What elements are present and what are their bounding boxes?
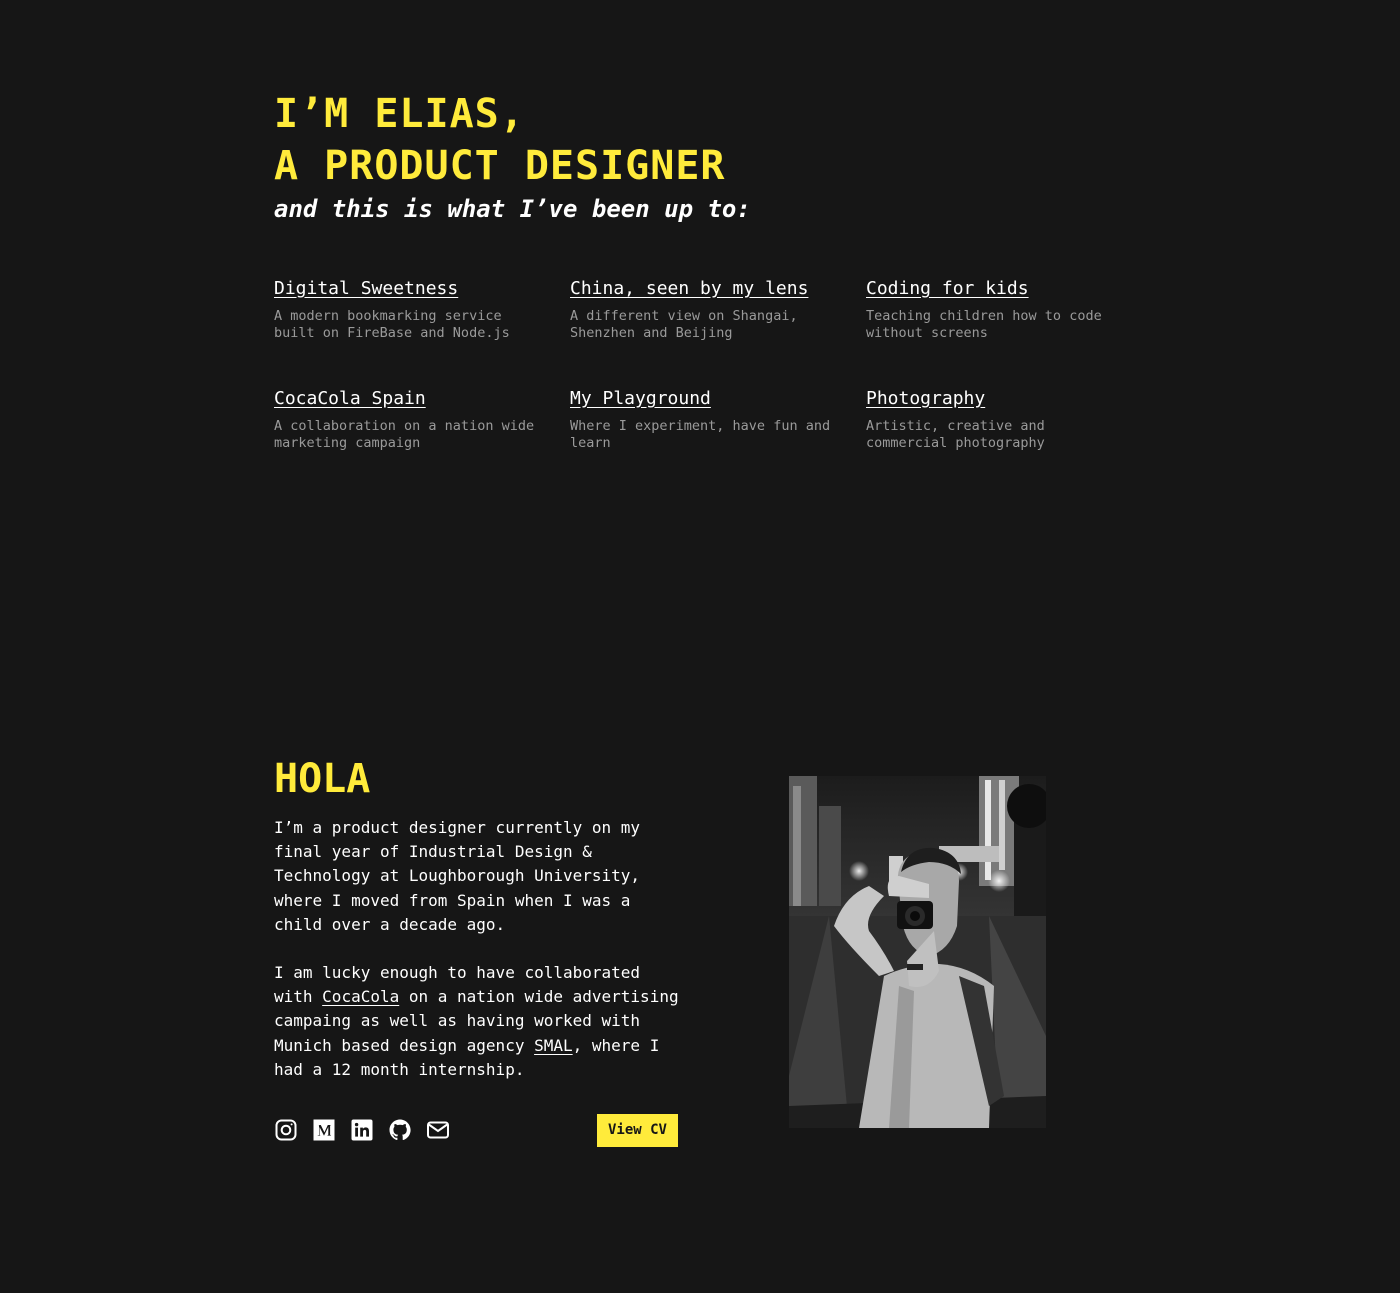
social-links (274, 1118, 450, 1142)
project-card: Digital Sweetness A modern bookmarking s… (274, 278, 570, 342)
about-title: HOLA (274, 756, 371, 802)
project-description: A different view on Shangai, Shenzhen an… (570, 308, 798, 341)
linkedin-icon[interactable] (350, 1118, 374, 1142)
portrait-photo (789, 776, 1046, 1128)
project-link-photography[interactable]: Photography (866, 388, 985, 410)
project-card: CocaCola Spain A collaboration on a nati… (274, 388, 570, 452)
github-icon[interactable] (388, 1118, 412, 1142)
hero-subtitle: and this is what I’ve been up to: (274, 195, 751, 223)
cocacola-link[interactable]: CocaCola (322, 987, 399, 1006)
project-card: My Playground Where I experiment, have f… (570, 388, 866, 452)
projects-grid: Digital Sweetness A modern bookmarking s… (274, 278, 1174, 452)
project-link-coding-for-kids[interactable]: Coding for kids (866, 278, 1029, 300)
project-card: Photography Artistic, creative and comme… (866, 388, 1162, 452)
project-description: Teaching children how to code without sc… (866, 308, 1102, 341)
hero-section: I’M ELIAS, A PRODUCT DESIGNER and this i… (274, 88, 1134, 224)
project-link-my-playground[interactable]: My Playground (570, 388, 711, 410)
project-link-cocacola-spain[interactable]: CocaCola Spain (274, 388, 426, 410)
view-cv-button[interactable]: View CV (597, 1114, 678, 1147)
project-link-digital-sweetness[interactable]: Digital Sweetness (274, 278, 458, 300)
mail-icon[interactable] (426, 1118, 450, 1142)
bio-paragraph-2: I am lucky enough to have collaborated w… (274, 961, 684, 1082)
about-section: HOLA I’m a product designer currently on… (274, 756, 694, 1106)
hero-title-line-2: A PRODUCT DESIGNER (274, 143, 726, 189)
project-description: Where I experiment, have fun and learn (570, 418, 831, 451)
smal-link[interactable]: SMAL (534, 1036, 573, 1055)
project-card: China, seen by my lens A different view … (570, 278, 866, 342)
project-card: Coding for kids Teaching children how to… (866, 278, 1162, 342)
project-link-china[interactable]: China, seen by my lens (570, 278, 808, 300)
hero-title-line-1: I’M ELIAS, (274, 91, 525, 137)
bio-paragraph-1: I’m a product designer currently on my f… (274, 818, 641, 934)
medium-icon[interactable] (312, 1118, 336, 1142)
project-description: A modern bookmarking service built on Fi… (274, 308, 510, 341)
project-description: Artistic, creative and commercial photog… (866, 418, 1045, 451)
instagram-icon[interactable] (274, 1118, 298, 1142)
about-bio: I’m a product designer currently on my f… (274, 816, 684, 1082)
project-description: A collaboration on a nation wide marketi… (274, 418, 535, 451)
